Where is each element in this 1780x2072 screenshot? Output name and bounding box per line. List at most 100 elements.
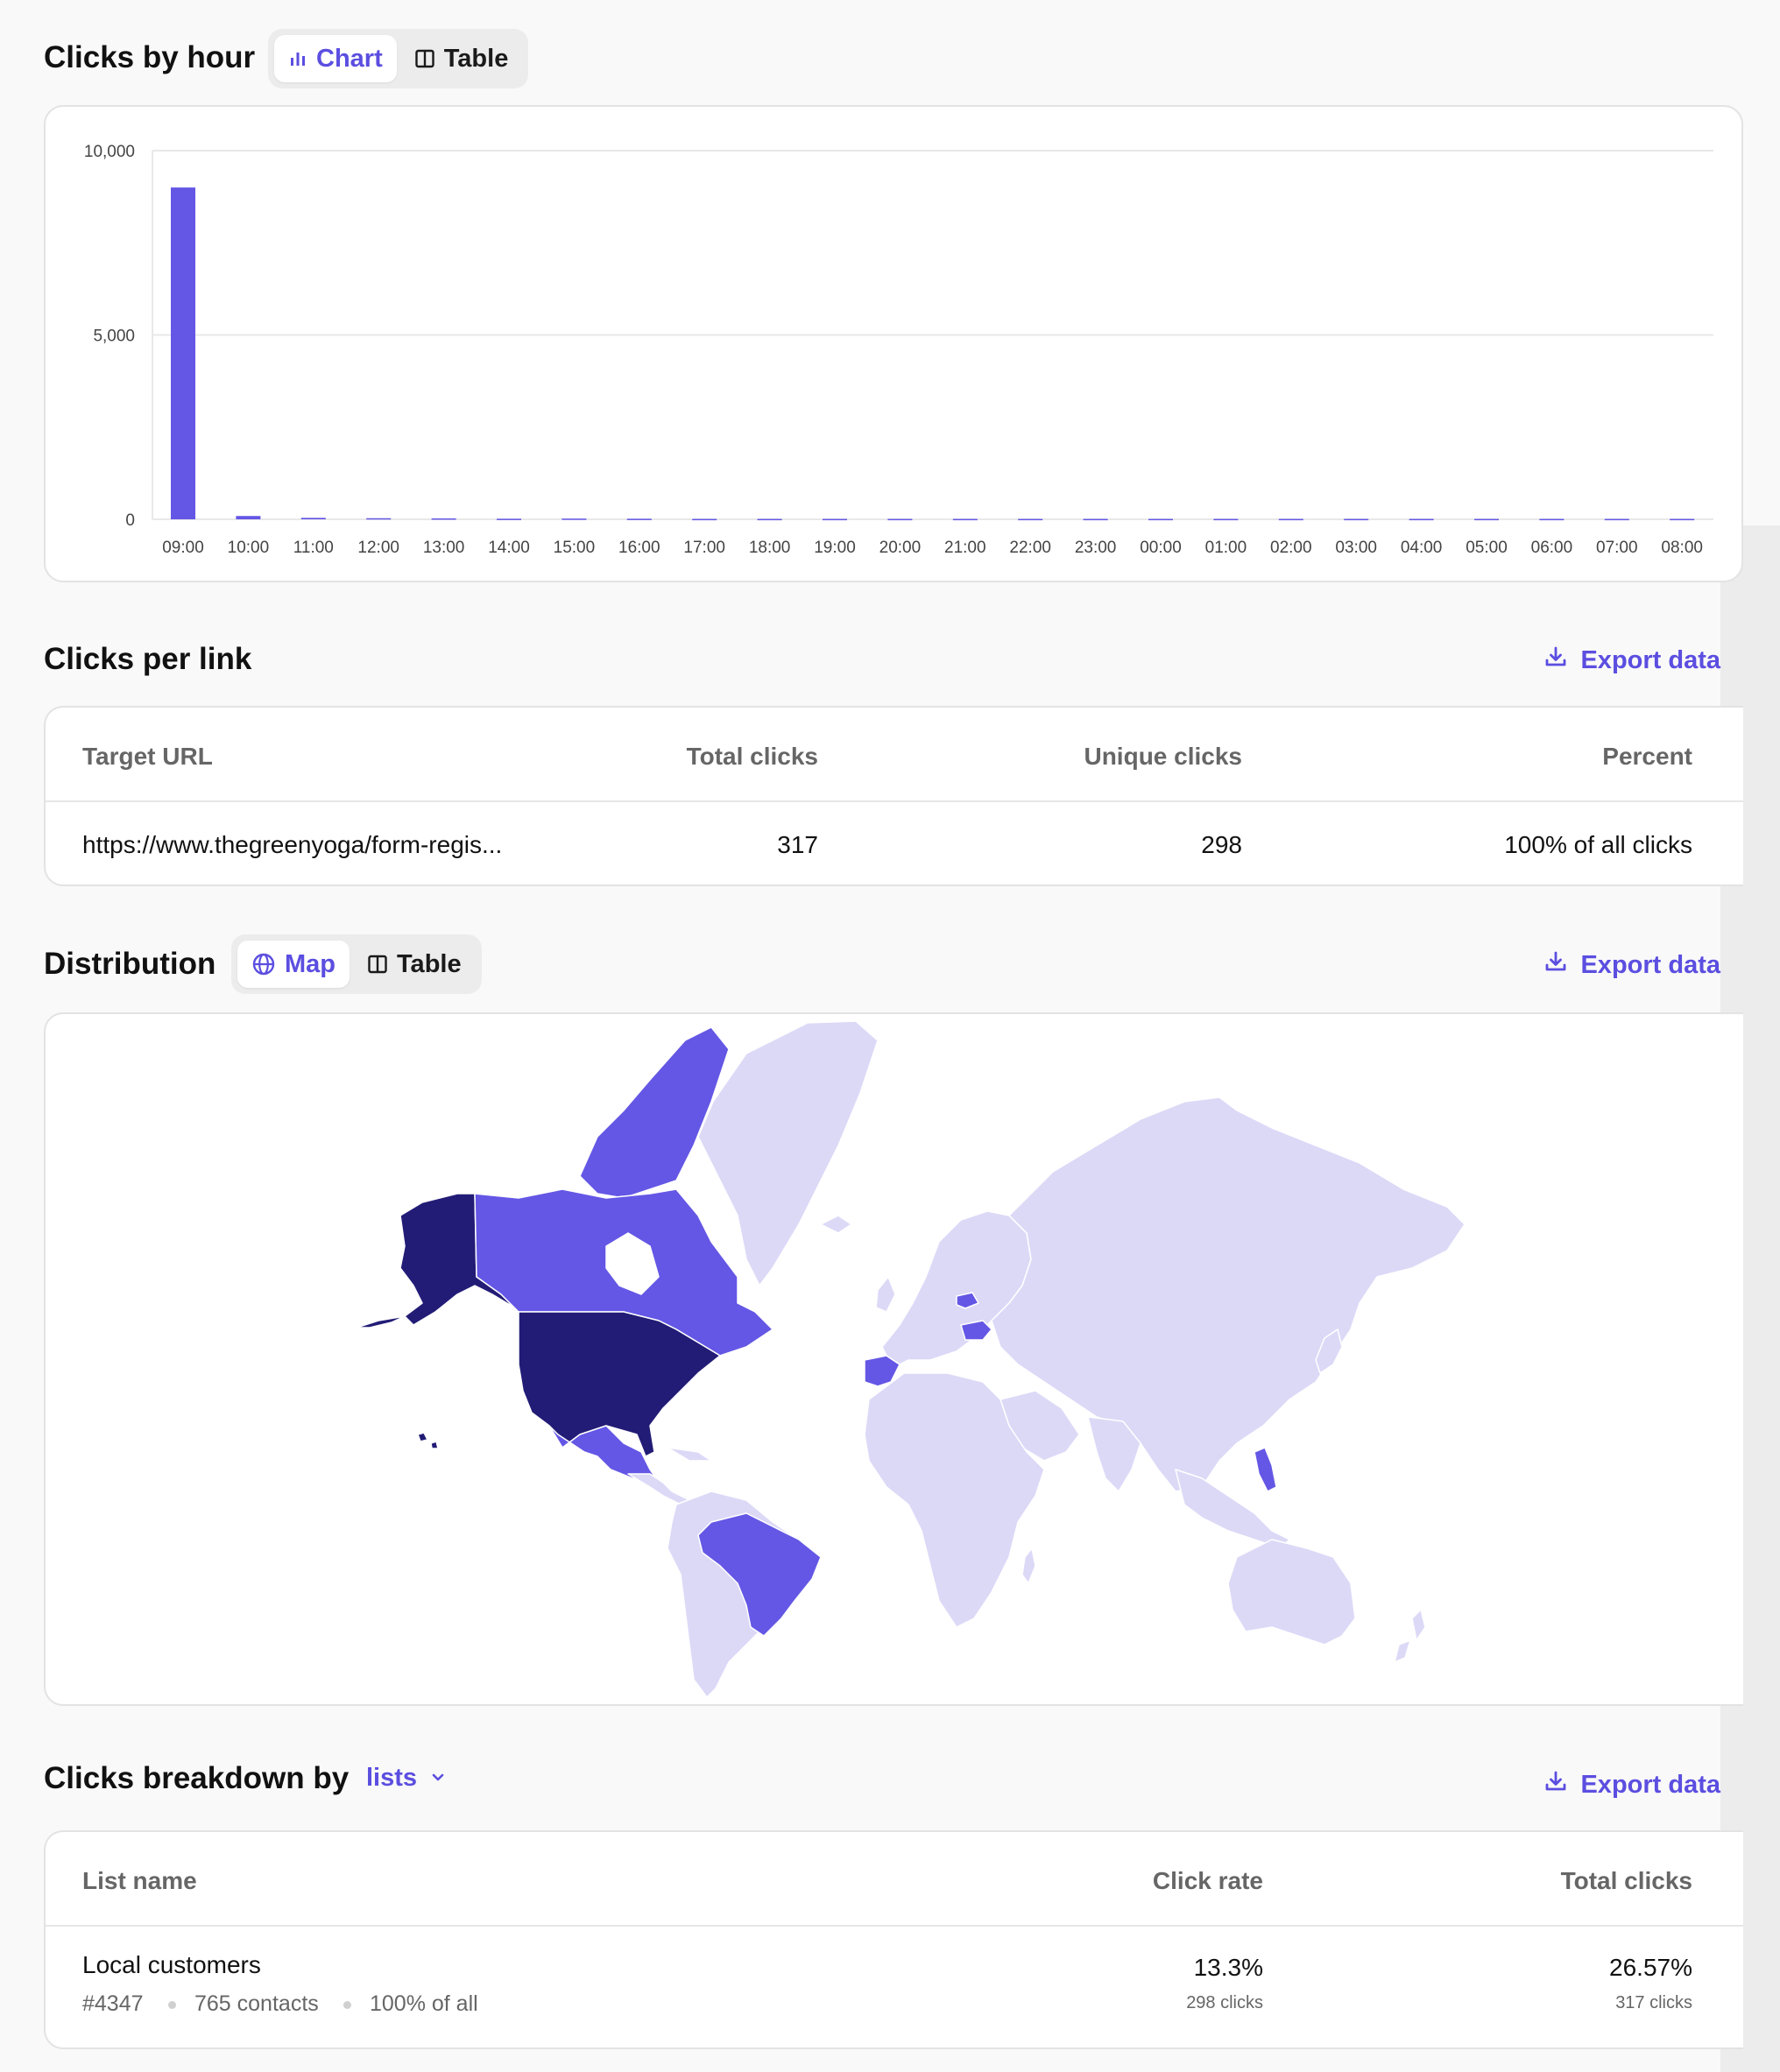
breakdown-title: Clicks breakdown by bbox=[44, 1761, 350, 1795]
chart-bar[interactable] bbox=[1278, 518, 1303, 521]
y-tick-label: 5,000 bbox=[93, 328, 135, 346]
map-region-caribbean[interactable] bbox=[667, 1447, 712, 1462]
clicks-by-hour-title: Clicks by hour bbox=[44, 40, 256, 74]
map-region-new-zealand[interactable] bbox=[1394, 1609, 1426, 1663]
chart-bar[interactable] bbox=[1083, 518, 1108, 521]
download-icon bbox=[1543, 1769, 1568, 1801]
chart-bar[interactable] bbox=[236, 516, 261, 519]
total-clicks-cell: 317 bbox=[777, 831, 818, 858]
map-region-central-america[interactable] bbox=[627, 1473, 690, 1505]
chart-bar[interactable] bbox=[562, 518, 587, 520]
table-view-button-distribution[interactable]: Table bbox=[353, 941, 476, 988]
column-header-total-clicks: Total clicks bbox=[1560, 1867, 1692, 1894]
x-tick-label: 04:00 bbox=[1401, 539, 1443, 557]
x-tick-label: 05:00 bbox=[1466, 539, 1508, 557]
y-tick-label: 10,000 bbox=[84, 143, 135, 161]
breakdown-dropdown-value: lists bbox=[366, 1764, 418, 1792]
export-data-link-clicks[interactable]: Export data bbox=[1543, 645, 1720, 676]
unique-clicks-cell: 298 bbox=[1201, 831, 1242, 858]
column-header-unique-clicks: Unique clicks bbox=[1084, 743, 1242, 770]
chart-bar[interactable] bbox=[431, 518, 456, 520]
clicks-per-link-table: Target URL Total clicks Unique clicks Pe… bbox=[44, 706, 1743, 886]
chart-bar[interactable] bbox=[692, 518, 717, 521]
chart-bar[interactable] bbox=[1018, 518, 1043, 521]
chart-bar[interactable] bbox=[1409, 518, 1434, 521]
x-tick-label: 19:00 bbox=[814, 539, 856, 557]
list-id: #4347 bbox=[82, 1991, 144, 2016]
x-tick-label: 13:00 bbox=[423, 539, 465, 557]
chart-bar[interactable] bbox=[757, 518, 782, 521]
total-clicks-cell: 26.57% bbox=[1609, 1954, 1692, 1981]
breakdown-table: List name Click rate Total clicks Local … bbox=[44, 1830, 1743, 2049]
download-icon bbox=[1543, 645, 1568, 676]
distribution-map-card bbox=[44, 1012, 1743, 1706]
x-tick-label: 09:00 bbox=[162, 539, 204, 557]
x-tick-label: 02:00 bbox=[1270, 539, 1312, 557]
export-data-distribution[interactable]: Export data bbox=[1543, 949, 1720, 981]
table-header-divider bbox=[46, 1925, 1743, 1927]
export-data-label: Export data bbox=[1580, 645, 1720, 674]
breakdown-dropdown[interactable]: lists bbox=[366, 1764, 447, 1793]
chart-bar[interactable] bbox=[823, 518, 847, 521]
distribution-view-toggle: Map Table bbox=[231, 934, 482, 994]
x-tick-label: 03:00 bbox=[1335, 539, 1377, 557]
map-region-canada-arctic[interactable] bbox=[579, 1026, 730, 1199]
map-region-hawaii[interactable] bbox=[417, 1432, 439, 1449]
chart-bar[interactable] bbox=[1604, 518, 1629, 521]
x-tick-label: 00:00 bbox=[1140, 539, 1182, 557]
column-header-list-name: List name bbox=[82, 1867, 197, 1894]
export-data-breakdown[interactable]: Export data bbox=[1543, 1769, 1720, 1801]
separator-dot bbox=[168, 2001, 176, 2009]
x-tick-label: 06:00 bbox=[1531, 539, 1573, 557]
x-tick-label: 18:00 bbox=[749, 539, 791, 557]
map-view-button[interactable]: Map bbox=[237, 941, 350, 988]
clicks-by-hour-chart-card: 0 5,000 10,000 09:00 10:00 11:00 12:00 13:00 14:… bbox=[44, 105, 1743, 582]
x-tick-label: 14:00 bbox=[488, 539, 530, 557]
chart-bar[interactable] bbox=[1148, 518, 1173, 521]
list-name-cell[interactable]: Local customers bbox=[82, 1951, 261, 1979]
x-tick-label: 07:00 bbox=[1596, 539, 1638, 557]
chart-bar[interactable] bbox=[171, 187, 195, 519]
chart-bar[interactable] bbox=[887, 518, 913, 521]
chart-bar[interactable] bbox=[1670, 518, 1695, 521]
x-tick-label: 17:00 bbox=[683, 539, 725, 557]
x-tick-label: 15:00 bbox=[554, 539, 596, 557]
list-share: 100% of all bbox=[370, 1991, 478, 2016]
chart-bar[interactable] bbox=[952, 518, 978, 521]
table-icon bbox=[367, 954, 388, 975]
x-tick-label: 20:00 bbox=[879, 539, 922, 557]
map-region-philippines[interactable] bbox=[1254, 1447, 1277, 1492]
clicks-by-hour-chart: 0 5,000 10,000 09:00 10:00 11:00 12:00 13:00 14:… bbox=[84, 143, 1713, 557]
chart-view-button[interactable]: Chart bbox=[274, 35, 397, 82]
chart-bar[interactable] bbox=[497, 518, 521, 520]
map-region-australia[interactable] bbox=[1227, 1539, 1356, 1646]
x-tick-label: 01:00 bbox=[1205, 539, 1247, 557]
chart-bar[interactable] bbox=[366, 518, 392, 520]
chart-bar[interactable] bbox=[626, 518, 652, 520]
table-view-label: Table bbox=[397, 949, 462, 978]
download-icon bbox=[1543, 949, 1568, 981]
chart-bar[interactable] bbox=[1474, 518, 1499, 521]
map-region-aleutians[interactable] bbox=[356, 1315, 406, 1328]
column-header-click-rate: Click rate bbox=[1152, 1867, 1263, 1894]
chart-bar[interactable] bbox=[1344, 518, 1369, 521]
world-map[interactable] bbox=[46, 1014, 1743, 1706]
map-region-iceland[interactable] bbox=[820, 1215, 852, 1234]
map-region-uk[interactable] bbox=[875, 1276, 896, 1313]
click-rate-cell: 13.3% bbox=[1193, 1954, 1263, 1981]
y-tick-label: 0 bbox=[125, 511, 135, 530]
chart-bar[interactable] bbox=[300, 518, 326, 519]
column-header-percent: Percent bbox=[1602, 743, 1692, 770]
bar-chart-icon bbox=[288, 49, 307, 68]
click-rate-sub: 298 clicks bbox=[1186, 1993, 1263, 2012]
export-data-label: Export data bbox=[1580, 950, 1720, 979]
chart-bar[interactable] bbox=[1213, 518, 1239, 521]
x-tick-label: 10:00 bbox=[228, 539, 270, 557]
list-contacts: 765 contacts bbox=[194, 1991, 319, 2016]
chart-bar[interactable] bbox=[1539, 518, 1565, 521]
target-url-cell[interactable]: https://www.thegreenyoga/form-regis... bbox=[82, 831, 502, 859]
chart-view-toggle: Chart Table bbox=[268, 29, 529, 88]
percent-cell: 100% of all clicks bbox=[1504, 831, 1692, 858]
map-region-madagascar[interactable] bbox=[1021, 1547, 1036, 1584]
table-view-button[interactable]: Table bbox=[400, 35, 523, 82]
